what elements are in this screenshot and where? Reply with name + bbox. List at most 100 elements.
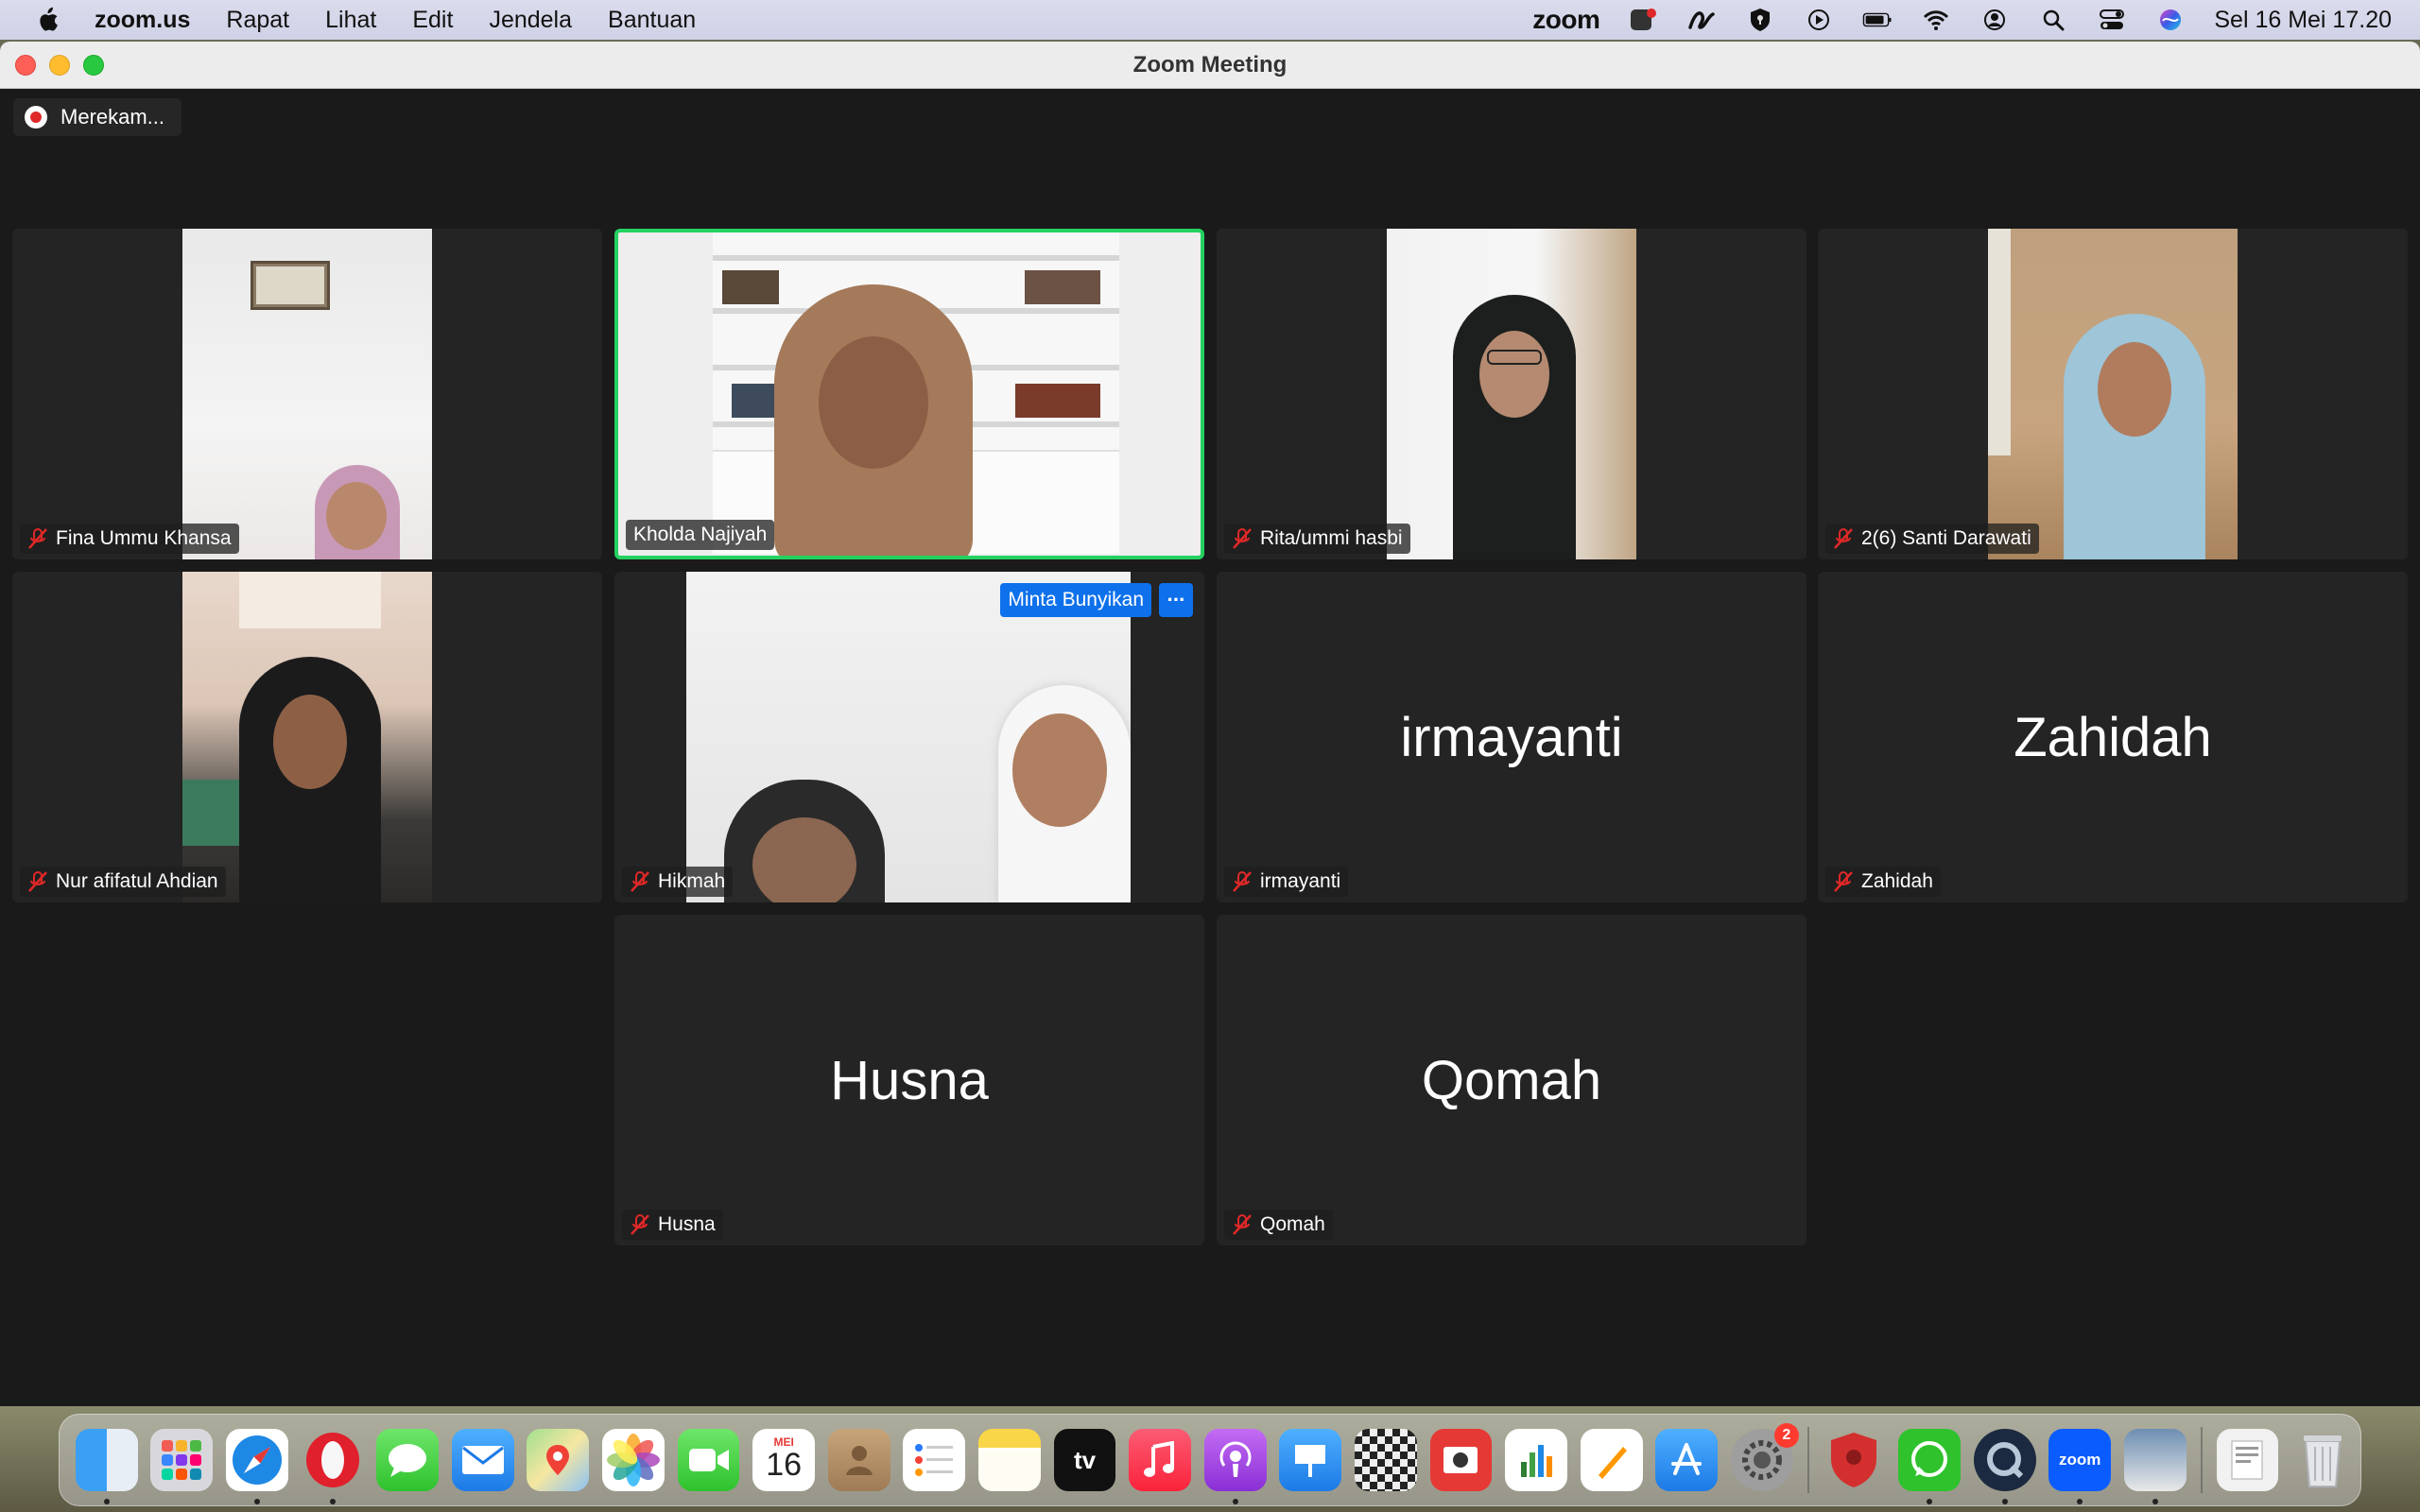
antivirus-shield-icon[interactable] — [1824, 1429, 1886, 1491]
zoom-menubar-label[interactable]: zoom — [1532, 5, 1600, 35]
participant-name: Qomah — [1260, 1213, 1325, 1235]
participant-tile[interactable]: Rita/ummi hasbi — [1217, 229, 1806, 559]
signature-icon[interactable] — [1686, 7, 1717, 33]
finder-icon[interactable] — [75, 1429, 138, 1504]
play-circle-icon[interactable] — [1804, 7, 1834, 33]
apple-icon[interactable] — [36, 7, 59, 33]
messages-icon[interactable] — [376, 1429, 440, 1491]
participant-nameplate: Nur afifatul Ahdian — [20, 867, 226, 897]
microphone-muted-icon — [28, 528, 47, 549]
microphone-muted-icon — [1233, 871, 1252, 892]
zoom-app-icon[interactable]: zoom — [2048, 1429, 2112, 1504]
keynote-icon[interactable] — [1279, 1429, 1342, 1491]
fullscreen-window-button[interactable] — [83, 55, 104, 76]
ask-to-unmute-button[interactable]: Minta Bunyikan — [1000, 583, 1151, 617]
menu-rapat[interactable]: Rapat — [226, 7, 289, 34]
menu-edit[interactable]: Edit — [412, 7, 453, 34]
participant-tile-active-speaker[interactable]: Kholda Najiyah — [614, 229, 1204, 559]
chess-icon[interactable] — [1354, 1429, 1417, 1491]
clock-datetime[interactable]: Sel 16 Mei 17.20 — [2214, 7, 2392, 34]
microphone-muted-icon — [631, 871, 649, 892]
calendar-icon[interactable]: MEI 16 — [752, 1429, 816, 1491]
participant-tile[interactable]: Nur afifatul Ahdian — [12, 572, 602, 902]
maps-icon[interactable] — [527, 1429, 590, 1491]
microphone-muted-icon — [1233, 528, 1252, 549]
facetime-icon[interactable] — [677, 1429, 740, 1491]
control-center-icon[interactable] — [2097, 7, 2127, 33]
meet-extension-icon[interactable] — [1628, 7, 1658, 33]
participant-name: Zahidah — [1861, 870, 1933, 892]
downloads-stack-icon[interactable] — [2216, 1429, 2279, 1491]
participant-tile[interactable]: Husna Husna — [614, 915, 1204, 1246]
music-icon[interactable] — [1129, 1429, 1192, 1491]
whatsapp-icon[interactable] — [1898, 1429, 1961, 1504]
participant-big-name: Husna — [830, 1049, 989, 1111]
user-account-icon[interactable] — [1979, 7, 2010, 33]
participant-nameplate: irmayanti — [1224, 867, 1349, 897]
recording-label: Merekam... — [60, 105, 165, 129]
participant-name: 2(6) Santi Darawati — [1861, 527, 2031, 549]
participant-tile[interactable]: Fina Ummu Khansa — [12, 229, 602, 559]
app-store-icon[interactable] — [1655, 1429, 1719, 1491]
participant-video — [686, 572, 1131, 902]
shield-vpn-icon[interactable] — [1745, 7, 1775, 33]
microphone-muted-icon — [28, 871, 47, 892]
minimize-window-button[interactable] — [49, 55, 70, 76]
participant-video — [618, 232, 1201, 556]
menu-jendela[interactable]: Jendela — [489, 7, 572, 34]
contacts-icon[interactable] — [827, 1429, 890, 1491]
close-window-button[interactable] — [15, 55, 36, 76]
participant-big-name: Qomah — [1421, 1049, 1602, 1111]
mail-icon[interactable] — [451, 1429, 514, 1491]
quicktime-icon[interactable] — [1973, 1429, 2036, 1504]
macos-dock: MEI 16 tv 2 zoom — [59, 1414, 2361, 1506]
dock-separator — [1806, 1427, 1809, 1493]
podcasts-icon[interactable] — [1203, 1429, 1267, 1504]
wifi-icon[interactable] — [1921, 7, 1951, 33]
launchpad-icon[interactable] — [150, 1429, 214, 1491]
apple-tv-icon[interactable]: tv — [1053, 1429, 1116, 1491]
more-options-button[interactable]: ··· — [1159, 583, 1193, 617]
microphone-muted-icon — [1834, 528, 1853, 549]
numbers-icon[interactable] — [1505, 1429, 1567, 1491]
battery-icon[interactable] — [1862, 7, 1893, 33]
participant-name: Kholda Najiyah — [633, 524, 768, 545]
participant-tile[interactable]: 2(6) Santi Darawati — [1818, 229, 2408, 559]
participant-nameplate: 2(6) Santi Darawati — [1825, 524, 2039, 554]
participant-video — [1988, 229, 2238, 559]
preview-icon[interactable] — [2123, 1429, 2187, 1504]
dock-separator — [2200, 1427, 2203, 1493]
menu-bantuan[interactable]: Bantuan — [608, 7, 696, 34]
participant-name: Rita/ummi hasbi — [1260, 527, 1403, 549]
participant-nameplate: Rita/ummi hasbi — [1224, 524, 1410, 554]
zoom-meeting-window: Zoom Meeting Merekam... Fina Ummu Khansa — [0, 42, 2420, 1406]
opera-browser-icon[interactable] — [302, 1429, 364, 1504]
photo-booth-icon[interactable] — [1429, 1429, 1493, 1491]
photos-icon[interactable] — [602, 1429, 665, 1491]
safari-icon[interactable] — [226, 1429, 288, 1504]
pages-icon[interactable] — [1580, 1429, 1643, 1491]
trash-icon[interactable] — [2291, 1429, 2354, 1491]
menu-lihat[interactable]: Lihat — [325, 7, 376, 34]
participant-tile[interactable]: Qomah Qomah — [1217, 915, 1806, 1246]
participant-big-name: irmayanti — [1400, 706, 1623, 768]
window-title: Zoom Meeting — [1132, 51, 1288, 77]
reminders-icon[interactable] — [903, 1429, 966, 1491]
participant-tile[interactable]: irmayanti irmayanti — [1217, 572, 1806, 902]
participant-tile[interactable]: Zahidah Zahidah — [1818, 572, 2408, 902]
participant-tile[interactable]: Minta Bunyikan ··· Hikmah — [614, 572, 1204, 902]
participant-video — [1387, 229, 1636, 559]
menu-app-name[interactable]: zoom.us — [95, 7, 190, 34]
participant-name: Husna — [658, 1213, 716, 1235]
apple-tv-label: tv — [1073, 1445, 1097, 1474]
notes-icon[interactable] — [978, 1429, 1041, 1491]
participant-nameplate: Zahidah — [1825, 867, 1941, 897]
participant-big-name: Zahidah — [2014, 706, 2212, 768]
spotlight-search-icon[interactable] — [2038, 7, 2068, 33]
system-settings-icon[interactable]: 2 — [1730, 1423, 1799, 1491]
participant-nameplate: Fina Ummu Khansa — [20, 524, 239, 554]
recording-indicator[interactable]: Merekam... — [13, 98, 182, 136]
record-icon — [25, 106, 47, 129]
window-titlebar: Zoom Meeting — [0, 42, 2420, 89]
siri-icon[interactable] — [2155, 7, 2186, 33]
